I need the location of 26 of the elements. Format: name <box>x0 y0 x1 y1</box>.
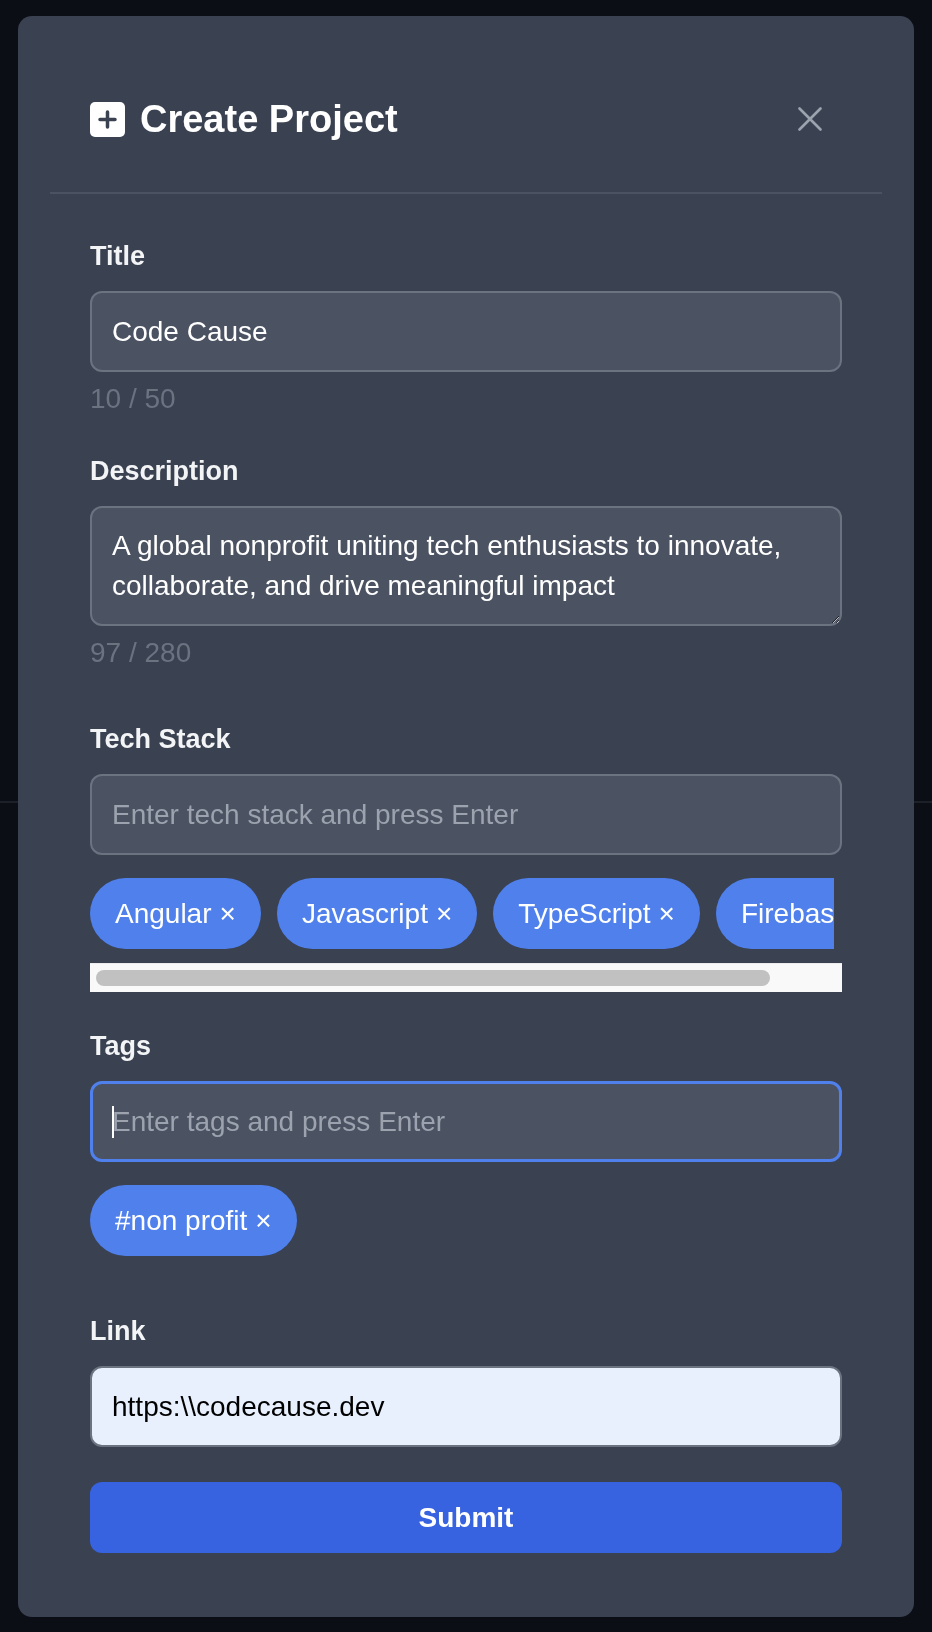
input-field[interactable]: Enter tags and press Enter <box>90 1081 842 1162</box>
plus-square-icon <box>90 101 125 137</box>
tag-label: Javascript <box>301 896 428 931</box>
field-label: Title <box>90 241 145 271</box>
remove-tag-button[interactable]: × <box>435 896 453 931</box>
textarea-field[interactable]: A global nonprofit uniting tech enthusiasts to innovate, collaborate, and drive meaningful impact <box>90 506 842 626</box>
field-label: Tech Stack <box>90 724 231 754</box>
field-label: Link <box>90 1316 146 1346</box>
input-field[interactable]: Enter tech stack and press Enter <box>90 774 842 855</box>
horizontal-scrollbar[interactable] <box>90 963 842 992</box>
field-label: Tags <box>90 1031 151 1061</box>
tag-label: Angular <box>115 896 212 931</box>
dialog-title: Create Project <box>140 97 398 141</box>
scrollbar-thumb[interactable] <box>96 970 770 986</box>
field-label: Description <box>90 456 239 486</box>
submit-button[interactable]: Submit <box>90 1482 842 1553</box>
close-icon <box>798 107 822 131</box>
remove-tag-button[interactable]: × <box>658 896 675 931</box>
remove-tag-button[interactable]: × <box>255 1203 272 1238</box>
input-field[interactable]: Code Cause <box>90 291 842 372</box>
remove-tag-button[interactable]: × <box>219 896 236 931</box>
input-field[interactable]: https:\\codecause.dev <box>90 1366 842 1447</box>
tag-label: #non profit <box>115 1203 248 1238</box>
tag-label: Firebas <box>740 896 835 931</box>
text-cursor-icon <box>112 1106 114 1138</box>
tag-label: TypeScript <box>518 896 651 931</box>
